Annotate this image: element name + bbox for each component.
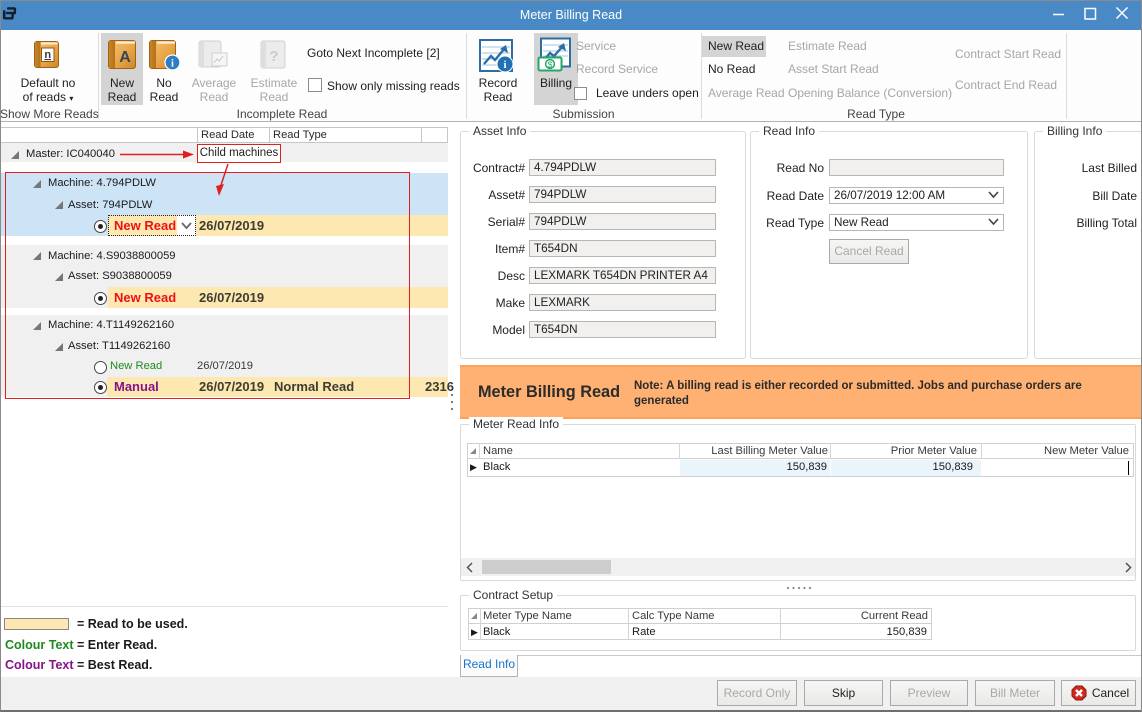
svg-text:n: n: [44, 49, 51, 61]
svg-text:i: i: [503, 59, 506, 71]
svg-text:A: A: [119, 49, 131, 66]
svg-text:?: ?: [269, 48, 278, 65]
svg-text:$: $: [548, 60, 553, 70]
svg-text:i: i: [171, 59, 174, 70]
